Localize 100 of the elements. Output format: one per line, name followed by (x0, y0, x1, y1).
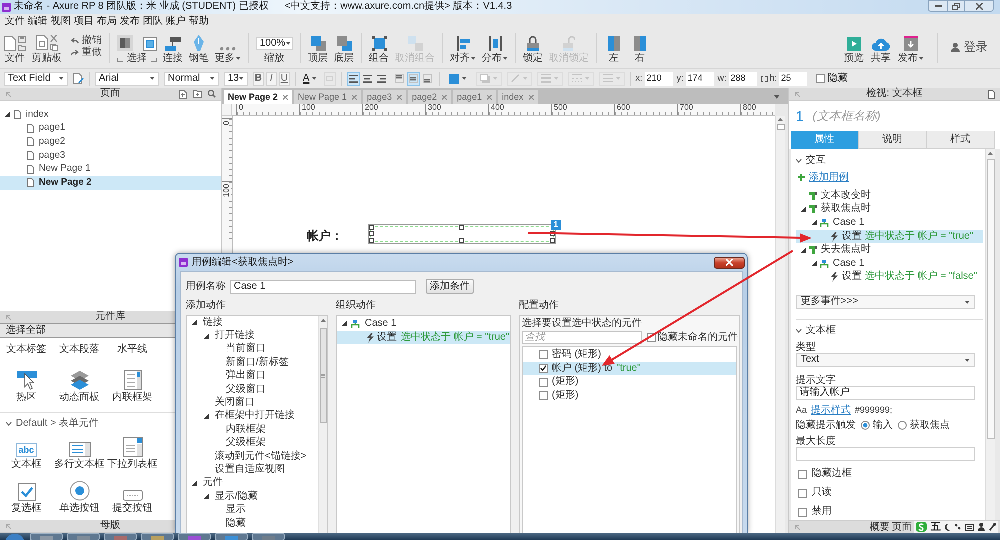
add-case-link[interactable]: 添加用例 (809, 172, 849, 183)
underline-button[interactable]: U (279, 72, 290, 86)
widget-list-item[interactable]: 帐户 (矩形) to "true" (523, 362, 736, 376)
menu-item[interactable]: 布局 (96, 15, 118, 28)
page-tab[interactable]: index (498, 90, 538, 104)
undo-button[interactable]: 撤销 (71, 35, 102, 46)
panel-tab[interactable]: 页面 (892, 522, 912, 532)
taskbar-app-icon[interactable] (252, 533, 285, 540)
action-tree-item[interactable]: 父级框架 (187, 436, 318, 450)
toolbar-button[interactable]: 锁定 (523, 33, 543, 64)
action-item[interactable]: 设置 选中状态于 帐户 = "false" (796, 270, 983, 284)
widget-list-item[interactable]: (矩形) (523, 389, 736, 403)
checkbox[interactable] (539, 378, 548, 387)
action-tree-item[interactable]: 显示 (187, 503, 318, 517)
taskbar-app-icon[interactable] (141, 533, 174, 540)
inspector-tab[interactable]: 样式 (927, 131, 995, 149)
action-tree-item[interactable]: 隐藏 (187, 516, 318, 530)
page-tab[interactable]: New Page 2 (224, 90, 292, 104)
font-size-dropdown[interactable]: 13 (224, 72, 248, 86)
library-widget[interactable]: 文本段落 (53, 342, 106, 362)
coordinate-field[interactable]: 174 (686, 72, 714, 86)
event-item[interactable]: 获取焦点时 (796, 202, 983, 216)
toolbar-button[interactable]: 左 (604, 33, 624, 64)
toolbar-button[interactable]: 发布 (898, 33, 924, 64)
toolbar-button[interactable]: 组合 (369, 33, 389, 64)
page-item[interactable]: New Page 2 (0, 176, 221, 190)
section-header[interactable]: 交互 (796, 156, 983, 166)
page-item[interactable]: page2 (0, 135, 221, 149)
section-header[interactable]: 文本框 (796, 326, 983, 336)
checkbox[interactable] (539, 350, 548, 360)
checkbox[interactable] (539, 391, 548, 400)
action-item[interactable]: 设置 选中状态于 帐户 = "true" (337, 330, 510, 344)
panel-tab[interactable]: 概要 (870, 522, 890, 532)
vertical-align-button[interactable] (406, 72, 420, 86)
checkbox[interactable] (816, 74, 826, 83)
add-page-icon[interactable] (179, 90, 187, 98)
radio-button[interactable] (898, 421, 907, 430)
close-button[interactable] (714, 256, 745, 268)
restore-button[interactable] (948, 0, 965, 12)
menu-item[interactable]: 视图 (50, 15, 72, 28)
italic-button[interactable]: I (266, 72, 277, 86)
type-dropdown[interactable]: Text (796, 353, 975, 368)
case-name-field[interactable]: Case 1 (230, 280, 416, 294)
library-widget[interactable]: 多行文本框 (53, 429, 106, 473)
library-widget[interactable]: 复选框 (0, 473, 53, 517)
library-widget[interactable]: 文本标签 (0, 342, 53, 362)
toolbar-button[interactable]: 右 (630, 33, 650, 64)
toolbar-button[interactable]: 连接 (163, 33, 183, 64)
toolbar-button[interactable]: 顶层 (308, 33, 328, 64)
menu-item[interactable]: 项目 (73, 15, 95, 28)
text-align-button[interactable] (346, 72, 360, 86)
action-tree-item[interactable]: 内联框架 (187, 423, 318, 437)
search-field[interactable]: 查找 (522, 331, 642, 344)
library-widget[interactable]: 提交按钮 (106, 473, 159, 517)
menu-item[interactable]: 编辑 (27, 15, 49, 28)
action-tree-item[interactable]: 滚动到元件<锚链接> (187, 450, 318, 464)
close-button[interactable] (965, 0, 994, 12)
text-field[interactable] (368, 224, 556, 244)
widget-list-item[interactable]: 密码 (矩形) (523, 348, 736, 362)
case-item[interactable]: Case 1 (796, 256, 983, 271)
action-tree-item[interactable]: 新窗口/新标签 (187, 356, 318, 370)
minimize-button[interactable] (928, 0, 948, 12)
library-widget[interactable]: 热区 (0, 362, 53, 406)
checkbox[interactable] (798, 508, 807, 517)
toolbar-button[interactable]: 底层 (334, 33, 354, 64)
font-color-button[interactable]: A (301, 72, 319, 86)
action-tree-item[interactable]: 元件 (187, 476, 318, 490)
library-widget[interactable]: 动态面板 (53, 362, 106, 406)
menu-item[interactable]: 账户 (165, 15, 187, 28)
action-tree-item[interactable]: 父级窗口 (187, 382, 318, 396)
login-button[interactable]: 登录 (951, 40, 988, 54)
menu-item[interactable]: 团队 (142, 15, 164, 28)
page-item[interactable]: New Page 1 (0, 162, 221, 176)
action-tree-item[interactable]: 显示/隐藏 (187, 490, 318, 504)
menu-item[interactable]: 发布 (119, 15, 141, 28)
hint-style-link[interactable]: 提示样式 (811, 405, 852, 416)
coordinate-field[interactable]: 25 (779, 72, 808, 86)
font-family-dropdown[interactable]: Arial (95, 72, 159, 86)
menu-item[interactable]: 文件 (4, 15, 26, 28)
library-widget[interactable]: abc 文本框 (0, 429, 53, 473)
widget-type-dropdown[interactable]: Text Field (4, 72, 68, 86)
bold-button[interactable]: B (253, 72, 264, 86)
page-item[interactable]: page3 (0, 148, 221, 162)
page-tab[interactable]: page1 (453, 90, 496, 104)
toolbar-button[interactable]: 更多 (215, 33, 241, 64)
library-widget[interactable]: 单选按钮 (53, 473, 106, 517)
action-tree-item[interactable]: 在框架中打开链接 (187, 410, 318, 424)
hint-text-field[interactable]: 请输入帐户 (796, 386, 975, 400)
toolbar-button[interactable]: 钢笔 (189, 33, 209, 64)
library-widget[interactable]: 水平线 (106, 342, 159, 362)
case-item[interactable]: Case 1 (796, 216, 983, 230)
taskbar-app-icon[interactable] (67, 533, 100, 540)
font-style-dropdown[interactable]: Normal (164, 72, 219, 86)
tab-list-caret-icon[interactable] (774, 95, 780, 99)
toolbar-button[interactable]: 文件 (4, 33, 26, 64)
radio-button[interactable] (861, 421, 870, 430)
library-widget[interactable]: 下拉列表框 (106, 429, 159, 473)
page-item[interactable]: index (0, 108, 221, 122)
coordinate-field[interactable]: 210 (644, 72, 673, 86)
checkbox[interactable] (798, 488, 807, 498)
